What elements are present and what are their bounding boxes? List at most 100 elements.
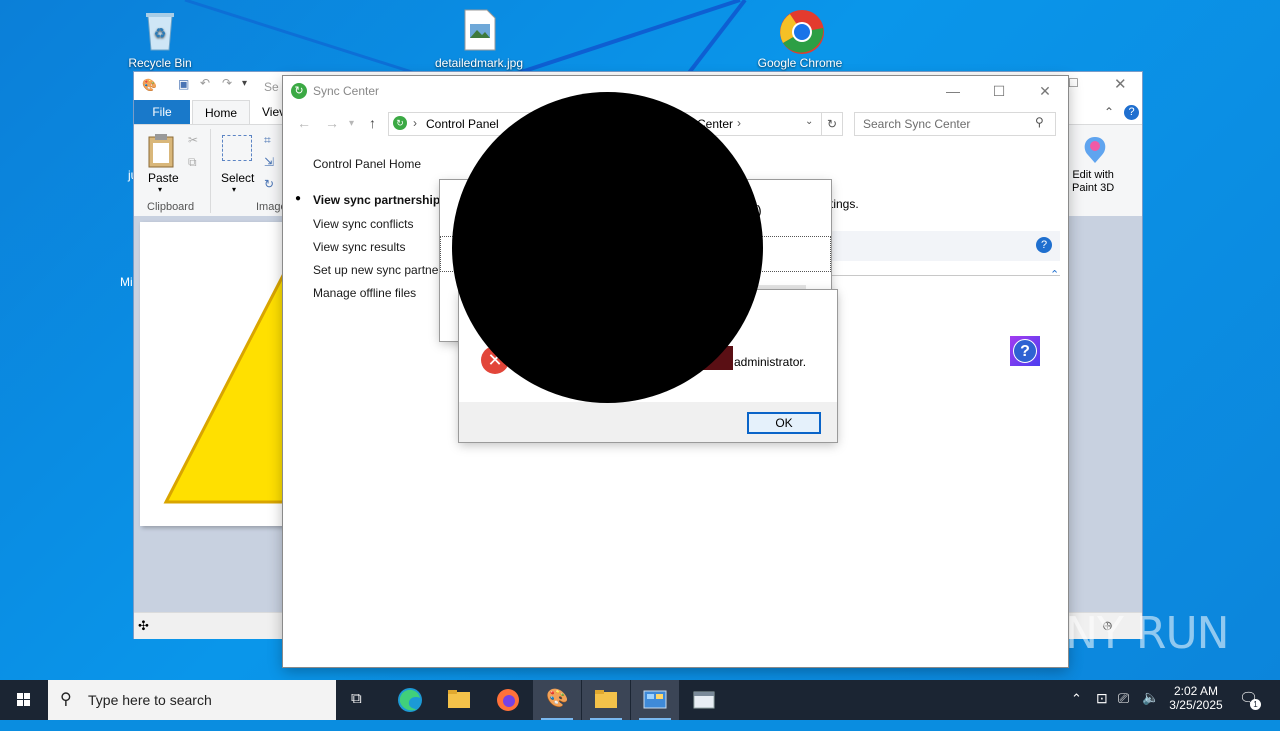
minimize-button[interactable]: — bbox=[930, 76, 976, 106]
view-sync-conflicts-link[interactable]: View sync conflicts bbox=[313, 217, 413, 231]
refresh-button[interactable]: ↻ bbox=[821, 112, 843, 136]
help-icon[interactable]: ? bbox=[1036, 237, 1052, 253]
clock-date: 3/25/2025 bbox=[1169, 698, 1223, 712]
help-support-icon[interactable]: ? bbox=[1010, 336, 1040, 366]
volume-icon[interactable]: 🔈 bbox=[1142, 689, 1159, 729]
breadcrumb-chevron-icon: › bbox=[737, 116, 741, 130]
address-dropdown-icon[interactable]: ⌄ bbox=[805, 116, 813, 127]
search-icon: ⚲ bbox=[60, 691, 72, 708]
edge-taskbar-button[interactable] bbox=[386, 680, 434, 720]
yellow-triangle bbox=[163, 261, 290, 504]
taskbar: ⚲ Type here to search ⧉ 🎨 ⌃ ⊡ ⎚ 🔈 2:02 A… bbox=[0, 680, 1280, 720]
chevron-down-icon[interactable]: ▾ bbox=[232, 185, 236, 194]
network-status-icon[interactable]: ⊡ bbox=[1096, 690, 1108, 730]
select-button[interactable]: Select bbox=[221, 171, 254, 185]
content-text-fragment: tings. bbox=[830, 197, 859, 211]
image-group-label: Image bbox=[256, 201, 287, 213]
save-icon[interactable]: ▣ bbox=[178, 77, 189, 91]
view-sync-results-link[interactable]: View sync results bbox=[313, 240, 405, 254]
copy-icon[interactable]: ⧉ bbox=[188, 155, 197, 170]
customize-qat-icon[interactable]: ▾ bbox=[242, 78, 247, 89]
group-divider bbox=[210, 129, 211, 213]
tab-file[interactable]: File bbox=[134, 100, 190, 124]
search-placeholder: Type here to search bbox=[88, 692, 212, 708]
paint-app-icon: 🎨 bbox=[142, 78, 157, 92]
chrome-desktop-icon[interactable]: Google Chrome bbox=[755, 8, 845, 70]
recent-locations-icon[interactable]: ▾ bbox=[349, 118, 354, 129]
partial-desktop-label: Mi bbox=[120, 275, 133, 289]
anyrun-watermark: ANY RUN bbox=[1036, 608, 1230, 659]
paint-canvas[interactable] bbox=[140, 222, 290, 526]
folder-icon bbox=[595, 690, 617, 708]
app-taskbar-button[interactable] bbox=[680, 680, 728, 720]
move-cursor-icon: ✣ bbox=[138, 618, 149, 633]
tab-view[interactable]: Viev bbox=[262, 100, 285, 124]
manage-offline-files-link[interactable]: Manage offline files bbox=[313, 286, 416, 300]
tab-home[interactable]: Home bbox=[192, 100, 250, 125]
paint-title-fragment: Se bbox=[264, 80, 279, 94]
error-dialog-footer: OK bbox=[459, 402, 837, 442]
paste-button[interactable]: Paste bbox=[148, 171, 179, 185]
recycle-bin-desktop-icon[interactable]: ♻ Recycle Bin bbox=[115, 8, 205, 70]
clock[interactable]: 2:02 AM 3/25/2025 bbox=[1166, 680, 1226, 720]
crop-icon[interactable]: ⌗ bbox=[264, 133, 271, 148]
explorer-window-taskbar-button[interactable] bbox=[582, 680, 630, 720]
edit-with-paint3d-button[interactable]: Edit with Paint 3D bbox=[1072, 169, 1114, 195]
redo-icon[interactable]: ↷ bbox=[222, 76, 232, 90]
maximize-icon[interactable]: ☐ bbox=[1068, 76, 1079, 90]
task-view-icon: ⧉ bbox=[351, 690, 362, 707]
up-arrow-icon[interactable]: ↑ bbox=[369, 115, 376, 131]
ok-button[interactable]: OK bbox=[747, 412, 821, 434]
breadcrumb-chevron-icon: › bbox=[413, 116, 417, 130]
help-icon[interactable]: ? bbox=[1124, 105, 1139, 120]
select-icon[interactable] bbox=[222, 135, 252, 161]
start-button[interactable] bbox=[0, 680, 48, 720]
control-panel-home-link[interactable]: Control Panel Home bbox=[313, 157, 421, 171]
back-arrow-icon[interactable]: ← bbox=[297, 115, 311, 131]
paint-taskbar-button[interactable]: 🎨 bbox=[533, 680, 581, 720]
search-icon: ⚲ bbox=[1035, 115, 1044, 129]
cut-icon[interactable]: ✂ bbox=[188, 133, 198, 147]
file-explorer-taskbar-button[interactable] bbox=[435, 680, 483, 720]
collapse-section-icon[interactable]: ⌃ bbox=[1050, 268, 1059, 281]
partnership-header: ? bbox=[830, 231, 1060, 261]
undo-icon[interactable]: ↶ bbox=[200, 76, 210, 90]
collapse-ribbon-icon[interactable]: ⌃ bbox=[1104, 105, 1114, 119]
desktop-icon-label: Google Chrome bbox=[757, 56, 843, 70]
image-file-desktop-icon[interactable]: detailedmark.jpg bbox=[434, 8, 524, 70]
paint3d-icon[interactable] bbox=[1082, 135, 1108, 165]
control-panel-taskbar-button[interactable] bbox=[631, 680, 679, 720]
section-divider bbox=[830, 275, 1060, 276]
close-button[interactable]: ✕ bbox=[1022, 76, 1068, 106]
chrome-icon bbox=[778, 8, 824, 54]
close-icon[interactable]: ✕ bbox=[1114, 75, 1127, 93]
resize-icon[interactable]: ⇲ bbox=[264, 155, 274, 169]
show-hidden-icons-chevron[interactable]: ⌃ bbox=[1071, 691, 1082, 731]
maximize-button[interactable]: ☐ bbox=[976, 76, 1022, 106]
clipboard-icon[interactable] bbox=[146, 133, 176, 169]
recycle-bin-icon: ♻ bbox=[138, 8, 182, 52]
clipboard-group-label: Clipboard bbox=[147, 201, 195, 213]
network-icon[interactable]: ⎚ bbox=[1118, 690, 1129, 730]
error-message-fragment: administrator. bbox=[734, 355, 807, 369]
taskbar-search-box[interactable]: ⚲ Type here to search bbox=[48, 680, 336, 720]
desktop-icon-label: detailedmark.jpg bbox=[434, 56, 524, 70]
rotate-icon[interactable]: ↻ bbox=[264, 177, 274, 191]
notification-center-button[interactable]: 🗨 1 bbox=[1236, 680, 1266, 720]
set-up-sync-partnership-link[interactable]: Set up new sync partner bbox=[313, 263, 442, 277]
firefox-icon bbox=[497, 689, 519, 711]
windows-logo-icon bbox=[17, 693, 30, 706]
svg-text:♻: ♻ bbox=[154, 25, 167, 41]
forward-arrow-icon[interactable]: → bbox=[325, 115, 339, 131]
view-sync-partnerships-link[interactable]: View sync partnerships bbox=[313, 193, 447, 207]
chevron-down-icon[interactable]: ▾ bbox=[158, 185, 162, 194]
firefox-taskbar-button[interactable] bbox=[484, 680, 532, 720]
search-sync-center-input[interactable]: Search Sync Center ⚲ bbox=[854, 112, 1056, 136]
breadcrumb-control-panel[interactable]: Control Panel bbox=[426, 117, 499, 131]
desktop-icon-label: Recycle Bin bbox=[128, 56, 192, 70]
control-panel-icon bbox=[643, 690, 667, 709]
paint-icon: 🎨 bbox=[546, 688, 569, 708]
task-view-button[interactable]: ⧉ bbox=[336, 680, 384, 720]
sync-center-icon: ↻ bbox=[393, 116, 407, 130]
clock-time: 2:02 AM bbox=[1173, 684, 1219, 698]
